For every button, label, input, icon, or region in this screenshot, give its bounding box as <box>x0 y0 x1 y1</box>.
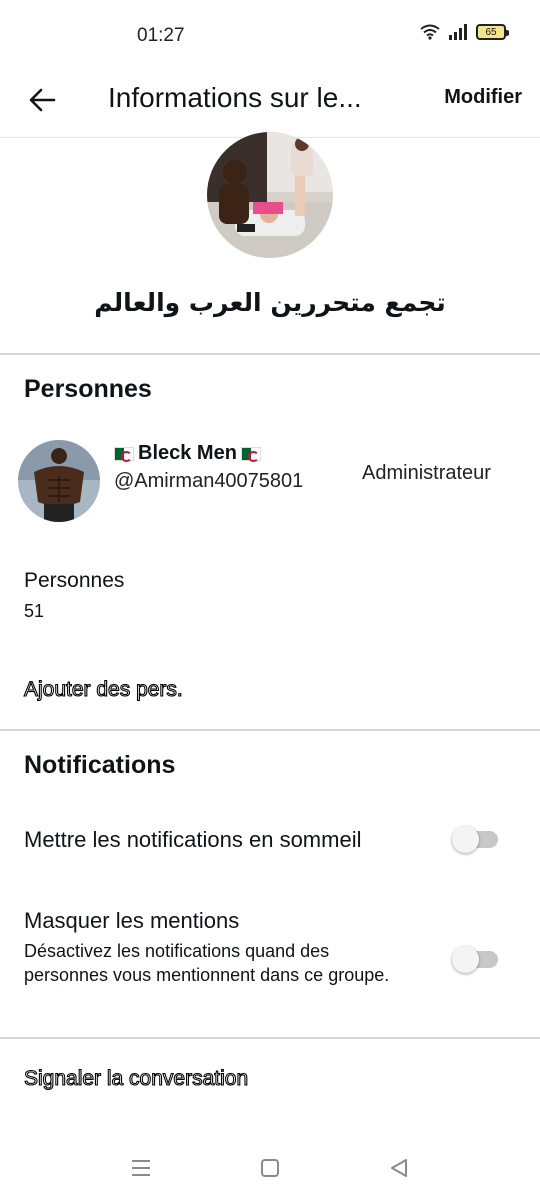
snooze-notifications-toggle[interactable] <box>452 826 500 853</box>
algeria-flag-icon <box>114 446 134 462</box>
back-triangle-icon[interactable] <box>385 1154 413 1182</box>
group-name: تجمع متحررين العرب والعالم <box>94 288 446 317</box>
member-name[interactable]: Bleck Men <box>114 442 261 465</box>
people-section-title: Personnes <box>24 375 152 403</box>
top-app-bar: Informations sur le... Modifier <box>0 70 540 138</box>
member-display-name: Bleck Men <box>138 442 237 464</box>
menu-icon[interactable] <box>127 1154 155 1182</box>
toggle-knob <box>452 826 479 853</box>
member-role: Administrateur <box>362 462 491 484</box>
notifications-section-title: Notifications <box>24 751 176 779</box>
back-button[interactable] <box>22 80 62 120</box>
status-bar: 01:27 65 <box>0 0 540 70</box>
toggle-knob <box>452 946 479 973</box>
people-count-label[interactable]: Personnes <box>24 569 124 593</box>
status-time: 01:27 <box>137 25 185 46</box>
divider <box>0 353 540 355</box>
hide-mentions-toggle[interactable] <box>452 946 500 973</box>
snooze-notifications-label: Mettre les notifications en sommeil <box>24 827 362 852</box>
group-avatar[interactable] <box>207 132 333 258</box>
page-title: Informations sur le... <box>108 82 362 113</box>
report-conversation-link[interactable]: Signaler la conversation <box>23 1066 248 1091</box>
divider <box>0 1037 540 1039</box>
people-count: 51 <box>24 601 45 621</box>
hide-mentions-description: Désactivez les notifications quand des p… <box>24 941 390 985</box>
wifi-icon <box>420 24 440 40</box>
hide-mentions-label: Masquer les mentions <box>24 908 240 933</box>
member-handle: @Amirman40075801 <box>114 470 304 492</box>
system-nav-bar <box>0 1140 540 1200</box>
algeria-flag-icon <box>240 446 261 462</box>
battery-level: 65 <box>485 26 497 38</box>
signal-icon <box>449 24 467 40</box>
member-avatar[interactable] <box>18 440 100 522</box>
status-icons: 65 <box>420 24 509 40</box>
divider <box>0 729 540 731</box>
add-people-link[interactable]: Ajouter des pers. <box>23 677 183 702</box>
arrow-left-icon <box>29 88 56 112</box>
home-square-icon[interactable] <box>256 1154 284 1182</box>
modify-button[interactable]: Modifier <box>444 86 522 109</box>
battery-icon: 65 <box>476 24 509 40</box>
